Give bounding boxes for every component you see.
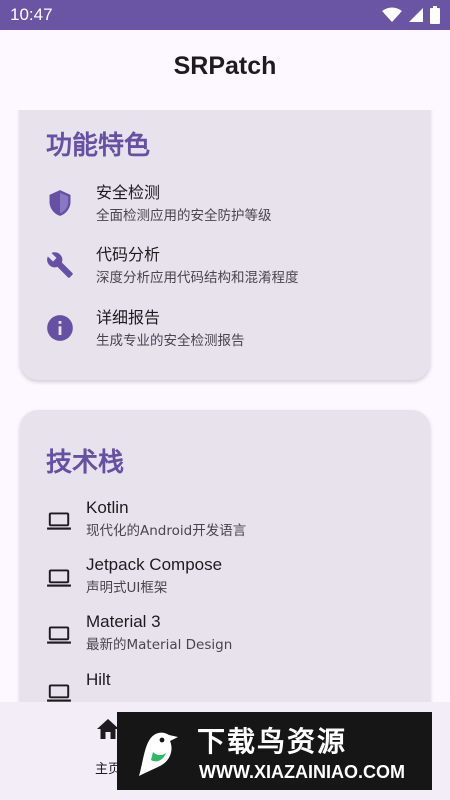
bird-logo-icon — [139, 732, 178, 776]
wifi-icon — [382, 7, 402, 22]
laptop-icon — [47, 684, 71, 702]
watermark-url: WWW.XIAZAINIAO.COM — [199, 761, 405, 782]
feature-item-security-check: 安全检测 全面检测应用的安全防护等级 — [46, 183, 272, 226]
tech-subtitle: 现代化的Android开发语言 — [86, 523, 247, 539]
signal-icon — [409, 8, 423, 22]
laptop-icon — [47, 512, 71, 530]
tech-title: Material 3 — [86, 612, 161, 631]
laptop-icon — [47, 626, 71, 644]
battery-icon — [430, 6, 440, 24]
tech-item-material-3: Material 3 最新的Material Design — [46, 612, 232, 655]
feature-subtitle: 生成专业的安全检测报告 — [96, 333, 245, 349]
features-card-title: 功能特色 — [46, 131, 151, 161]
feature-item-code-analysis: 代码分析 深度分析应用代码结构和混淆程度 — [46, 245, 299, 288]
feature-subtitle: 深度分析应用代码结构和混淆程度 — [96, 270, 299, 286]
tech-item-jetpack-compose: Jetpack Compose 声明式UI框架 — [46, 555, 222, 598]
laptop-icon — [47, 569, 71, 587]
status-bar: 10:47 — [0, 0, 450, 30]
feature-title: 代码分析 — [96, 245, 161, 264]
tech-title: Hilt — [86, 670, 111, 689]
feature-subtitle: 全面检测应用的安全防护等级 — [96, 208, 272, 224]
tech-stack-card: 技术栈 Kotlin 现代化的Android开发语言 Jetpack Compo… — [20, 410, 430, 702]
tech-item-hilt: Hilt — [46, 670, 111, 702]
feature-title: 安全检测 — [96, 183, 161, 202]
tech-stack-title: 技术栈 — [46, 448, 125, 478]
wrench-icon — [47, 252, 73, 278]
status-time: 10:47 — [10, 5, 53, 24]
info-icon — [47, 315, 73, 341]
status-icons — [382, 6, 440, 24]
app-title: SRPatch — [173, 52, 277, 80]
watermark-title: 下载鸟资源 — [197, 724, 348, 758]
feature-title: 详细报告 — [96, 308, 161, 327]
shield-icon — [49, 190, 71, 216]
features-card: 功能特色 安全检测 全面检测应用的安全防护等级 代码分析 深度分析应用代码结构和… — [20, 110, 430, 380]
feature-item-detailed-report: 详细报告 生成专业的安全检测报告 — [46, 308, 245, 351]
tech-title: Kotlin — [86, 498, 129, 517]
content-scroll-area[interactable]: 功能特色 安全检测 全面检测应用的安全防护等级 代码分析 深度分析应用代码结构和… — [0, 110, 450, 702]
tech-title: Jetpack Compose — [86, 555, 223, 574]
tech-subtitle: 声明式UI框架 — [86, 580, 168, 596]
tech-subtitle: 最新的Material Design — [86, 637, 233, 653]
watermark-banner: 下载鸟资源 WWW.XIAZAINIAO.COM — [117, 712, 432, 790]
tech-item-kotlin: Kotlin 现代化的Android开发语言 — [46, 498, 246, 541]
